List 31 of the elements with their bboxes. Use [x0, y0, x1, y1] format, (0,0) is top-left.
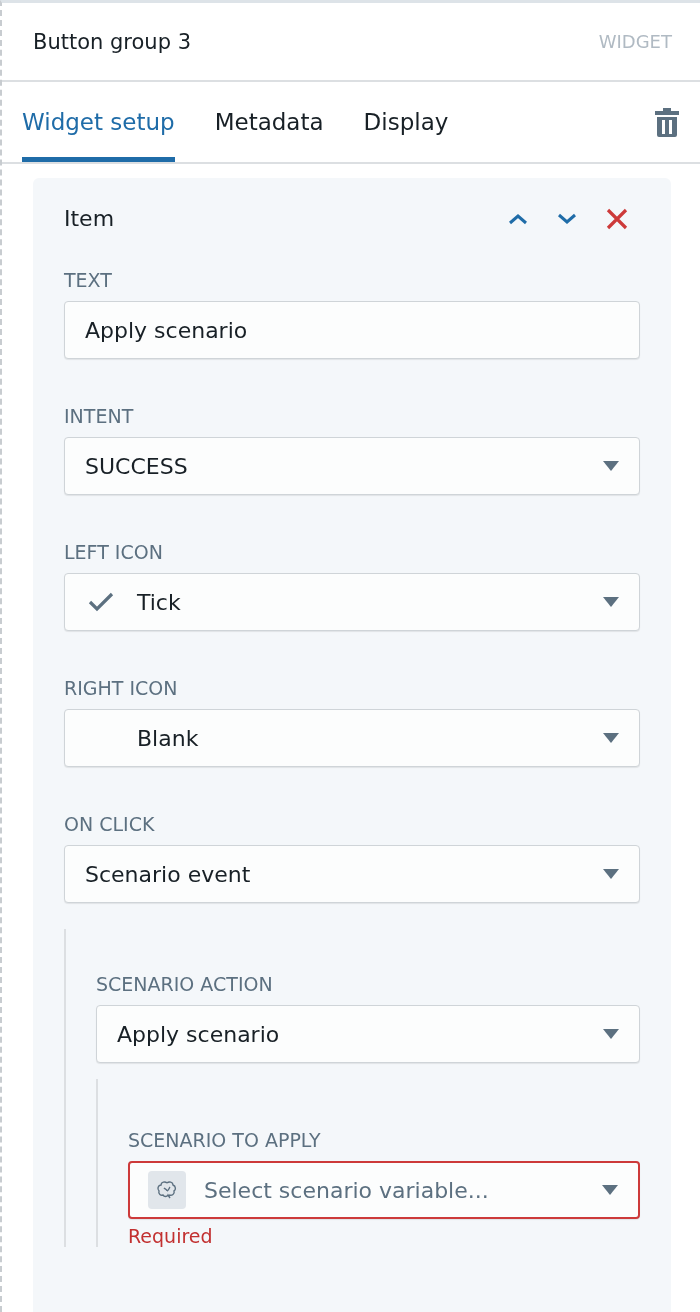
item-title: Item	[64, 206, 115, 231]
remove-icon[interactable]	[606, 207, 628, 230]
caret-icon	[603, 461, 619, 471]
field-label: TEXT	[64, 269, 113, 291]
panel-title: Button group 3	[33, 29, 192, 54]
delete-icon[interactable]	[654, 107, 680, 137]
field-label: ON CLICK	[64, 813, 156, 835]
select-field[interactable]: Select scenario variable...	[128, 1161, 640, 1219]
tab[interactable]: Metadata	[214, 82, 324, 162]
field-label: INTENT	[64, 405, 135, 427]
field-label: RIGHT ICON	[64, 677, 179, 699]
field-label: LEFT ICON	[64, 541, 164, 563]
caret-icon	[603, 869, 619, 879]
move-down-icon[interactable]	[557, 212, 577, 225]
error-message: Required	[128, 1225, 214, 1247]
select-field[interactable]: Scenario event	[64, 845, 640, 903]
select-field[interactable]: Blank	[64, 709, 640, 767]
widget-tag: WIDGET	[598, 31, 672, 52]
tab[interactable]: Widget setup	[22, 82, 175, 162]
field-label: SCENARIO TO APPLY	[128, 1129, 322, 1151]
select-field[interactable]: Apply scenario	[96, 1005, 640, 1063]
caret-icon	[603, 597, 619, 607]
tab[interactable]: Display	[363, 82, 449, 162]
select-field[interactable]: Tick	[64, 573, 640, 631]
select-field[interactable]: SUCCESS	[64, 437, 640, 495]
move-up-icon[interactable]	[508, 212, 528, 225]
caret-icon	[603, 1029, 619, 1039]
field-label: SCENARIO ACTION	[96, 973, 274, 995]
caret-icon	[603, 733, 619, 743]
text-field[interactable]: Apply scenario	[64, 301, 640, 359]
caret-icon	[602, 1185, 618, 1195]
